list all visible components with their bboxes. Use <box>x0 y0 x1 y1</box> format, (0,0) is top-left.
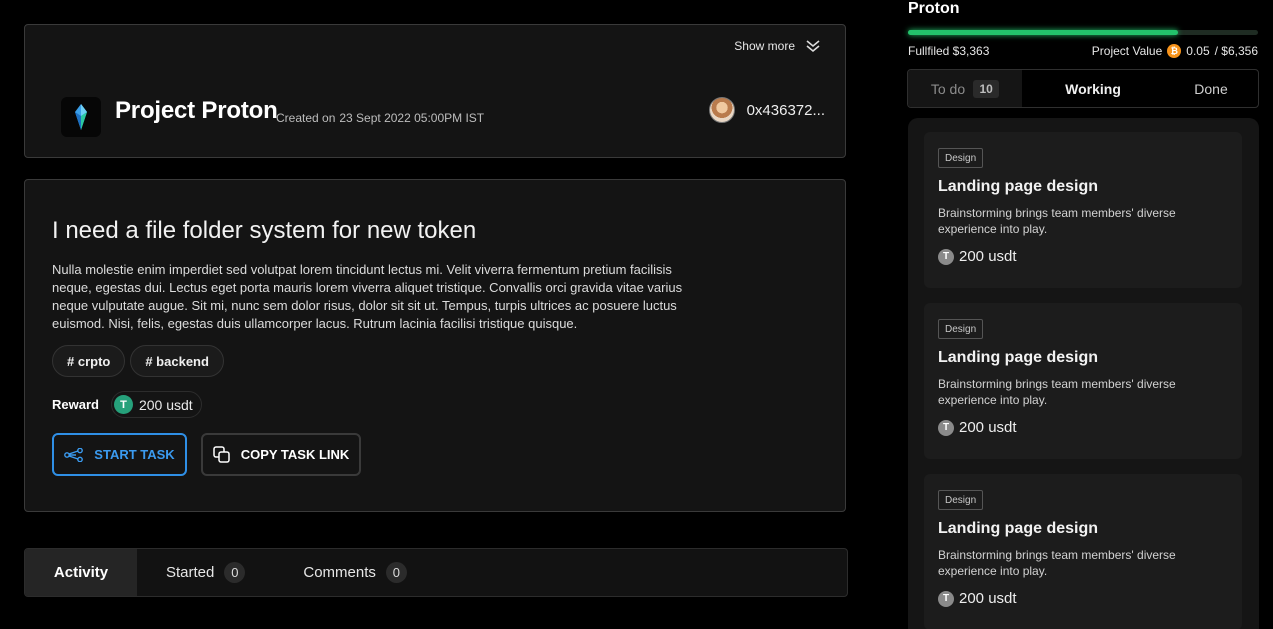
tether-icon: T <box>938 248 954 265</box>
project-value-label: Project Value <box>1091 44 1163 58</box>
project-value-btc: 0.05 <box>1186 44 1210 58</box>
task-list-panel: Design Landing page design Brainstorming… <box>908 118 1259 629</box>
task-item-reward-value: 200 usdt <box>959 248 1017 265</box>
fulfilled-amount: Fullfiled $3,363 <box>908 44 990 58</box>
tab-todo-label: To do <box>930 80 966 97</box>
task-item-description: Brainstorming brings team members' diver… <box>938 206 1176 236</box>
funding-progress-bar <box>908 30 1258 35</box>
funding-progress-fill <box>908 30 1178 35</box>
task-item-reward-value: 200 usdt <box>959 419 1017 436</box>
show-more-label: Show more <box>734 39 795 53</box>
reward-row: Reward T 200 usdt <box>52 391 202 418</box>
project-header-card: Show more Project Proton Created on 23 Se… <box>24 24 846 158</box>
tether-icon: T <box>938 419 954 436</box>
status-tabs: To do 10 Working Done <box>907 69 1259 108</box>
tab-done-label: Done <box>1194 80 1228 97</box>
category-tag: Design <box>938 490 984 510</box>
page-title: Project Proton <box>115 97 278 124</box>
tab-comments[interactable]: Comments 0 <box>303 549 407 596</box>
category-tag: Design <box>938 319 984 339</box>
project-value-usd: / $6,356 <box>1214 44 1258 58</box>
task-item-reward: T 200 usdt <box>938 248 1017 265</box>
task-item-reward: T 200 usdt <box>938 419 1017 436</box>
owner-info[interactable]: 0x436372... <box>708 97 825 123</box>
task-item-reward: T 200 usdt <box>938 590 1017 607</box>
task-title: I need a file folder system for new toke… <box>52 217 477 244</box>
task-item-description: Brainstorming brings team members' diver… <box>938 377 1176 407</box>
share-nodes-icon <box>64 447 84 462</box>
project-value: Project Value ₿ 0.05 / $6,356 <box>1092 44 1258 58</box>
task-actions: START TASK COPY TASK LINK <box>52 433 361 476</box>
avatar <box>708 97 735 123</box>
created-on: Created on 23 Sept 2022 05:00PM IST <box>276 111 484 125</box>
task-item-description: Brainstorming brings team members' diver… <box>938 548 1176 578</box>
created-prefix: Created on <box>276 111 336 125</box>
tab-comments-label: Comments <box>303 564 376 581</box>
tab-started-label: Started <box>166 564 215 581</box>
copy-task-link-label: COPY TASK LINK <box>240 447 350 462</box>
task-tags: # crpto # backend <box>52 345 224 377</box>
reward-chip: T 200 usdt <box>110 391 202 418</box>
reward-label: Reward <box>52 397 99 412</box>
task-item-reward-value: 200 usdt <box>959 590 1017 607</box>
task-list-item[interactable]: Design Landing page design Brainstorming… <box>924 303 1242 459</box>
tab-todo[interactable]: To do 10 <box>908 70 1022 107</box>
todo-count-badge: 10 <box>973 79 1000 98</box>
task-list-item[interactable]: Design Landing page design Brainstorming… <box>924 132 1242 288</box>
activity-tabs: Activity Started 0 Comments 0 <box>24 548 848 597</box>
tether-icon: T <box>113 395 133 414</box>
tab-started[interactable]: Started 0 <box>166 549 246 596</box>
category-tag: Design <box>938 148 984 168</box>
copy-task-link-button[interactable]: COPY TASK LINK <box>201 433 361 476</box>
created-date: 23 Sept 2022 05:00PM IST <box>339 111 485 125</box>
task-list-item[interactable]: Design Landing page design Brainstorming… <box>924 474 1242 629</box>
show-more-button[interactable]: Show more <box>734 39 821 53</box>
task-detail-card: I need a file folder system for new toke… <box>24 179 846 512</box>
tab-working[interactable]: Working <box>1022 70 1164 107</box>
start-task-button[interactable]: START TASK <box>52 433 187 476</box>
start-task-label: START TASK <box>94 447 175 462</box>
comments-count-badge: 0 <box>385 562 407 583</box>
double-chevron-down-icon <box>806 40 820 53</box>
bitcoin-icon: ₿ <box>1167 44 1182 58</box>
task-item-title: Landing page design <box>938 178 1099 195</box>
panel-title: Proton <box>908 0 960 17</box>
copy-icon <box>212 445 230 463</box>
tag-backend[interactable]: # backend <box>130 345 224 377</box>
task-item-title: Landing page design <box>938 520 1099 537</box>
tab-done[interactable]: Done <box>1164 70 1258 107</box>
crystal-icon <box>75 104 87 130</box>
tab-activity[interactable]: Activity <box>25 549 137 596</box>
tag-crypto[interactable]: # crpto <box>52 345 126 377</box>
task-item-title: Landing page design <box>938 349 1099 366</box>
tether-icon: T <box>938 590 954 607</box>
tab-activity-label: Activity <box>53 564 109 581</box>
project-logo <box>61 97 101 137</box>
owner-address: 0x436372... <box>746 101 825 119</box>
started-count-badge: 0 <box>224 562 246 583</box>
task-description: Nulla molestie enim imperdiet sed volutp… <box>52 262 683 331</box>
reward-value: 200 usdt <box>138 396 193 413</box>
tab-working-label: Working <box>1065 80 1121 97</box>
